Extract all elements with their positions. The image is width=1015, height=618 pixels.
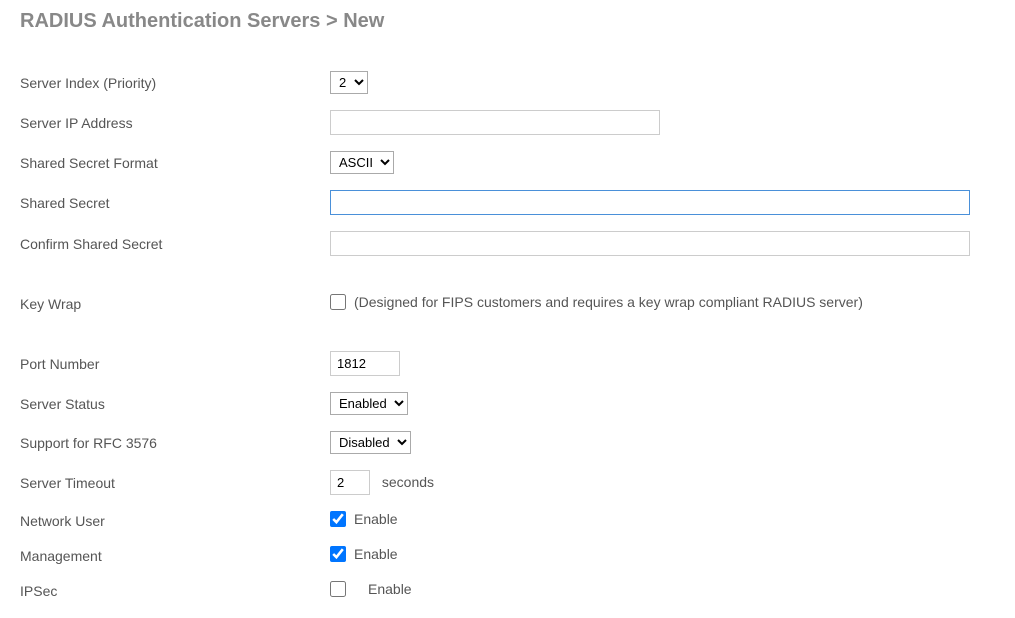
radius-form: Server Index (Priority) 2 Server IP Addr… <box>20 63 980 608</box>
network-user-checkbox[interactable] <box>330 511 346 527</box>
rfc3576-select[interactable]: Disabled <box>330 431 411 454</box>
label-rfc3576: Support for RFC 3576 <box>20 423 330 462</box>
server-timeout-input[interactable] <box>330 470 370 495</box>
port-number-input[interactable] <box>330 351 400 376</box>
server-status-select[interactable]: Enabled <box>330 392 408 415</box>
key-wrap-note: (Designed for FIPS customers and require… <box>354 294 863 310</box>
seconds-label: seconds <box>382 474 434 490</box>
page-title: RADIUS Authentication Servers > New <box>20 10 995 33</box>
ipsec-checkbox[interactable] <box>330 581 346 597</box>
label-management: Management <box>20 538 330 573</box>
label-server-ip: Server IP Address <box>20 102 330 143</box>
label-server-status: Server Status <box>20 384 330 423</box>
key-wrap-checkbox[interactable] <box>330 294 346 310</box>
label-port-number: Port Number <box>20 343 330 384</box>
management-enable-label: Enable <box>354 546 398 562</box>
confirm-secret-input[interactable] <box>330 231 970 256</box>
label-ipsec: IPSec <box>20 573 330 608</box>
label-network-user: Network User <box>20 503 330 538</box>
shared-secret-input[interactable] <box>330 190 970 215</box>
label-shared-secret: Shared Secret <box>20 182 330 223</box>
label-confirm-secret: Confirm Shared Secret <box>20 223 330 264</box>
label-secret-format: Shared Secret Format <box>20 143 330 182</box>
network-user-enable-label: Enable <box>354 511 398 527</box>
label-server-index: Server Index (Priority) <box>20 63 330 102</box>
label-key-wrap: Key Wrap <box>20 286 330 321</box>
management-checkbox[interactable] <box>330 546 346 562</box>
label-server-timeout: Server Timeout <box>20 462 330 503</box>
server-ip-input[interactable] <box>330 110 660 135</box>
server-index-select[interactable]: 2 <box>330 71 368 94</box>
secret-format-select[interactable]: ASCII <box>330 151 394 174</box>
ipsec-enable-label: Enable <box>368 581 412 597</box>
